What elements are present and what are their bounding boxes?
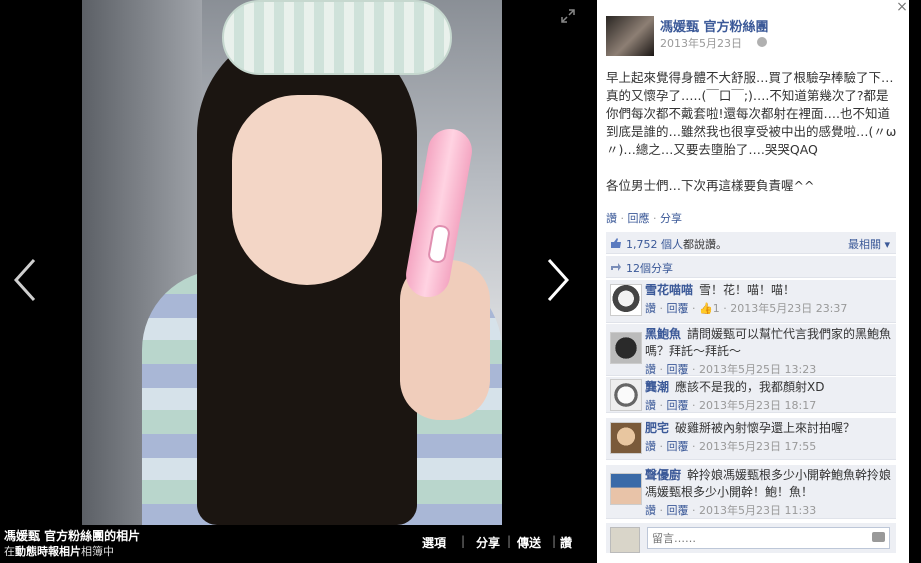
album-source-prefix: 在	[4, 545, 15, 558]
comment-body: 黑鮑魚 請問媛甄可以幫忙代言我們家的黑鮑魚嗎？拜託～拜託～ 讚 · 回覆 · 20…	[645, 326, 895, 378]
comment-meta: 讚 · 回覆 · 2013年5月25日 13:23	[645, 363, 817, 376]
commenter-avatar[interactable]	[610, 332, 642, 364]
share-button[interactable]: 分享	[476, 534, 500, 551]
page-name-link[interactable]: 馮媛甄 官方粉絲團	[660, 16, 769, 35]
reply-box	[606, 523, 896, 553]
commenter-name[interactable]: 肥宅	[645, 421, 669, 435]
commenter-name[interactable]: 雪花喵喵	[645, 283, 693, 297]
comment-meta: 讚 · 回覆 · 👍1 · 2013年5月23日 23:37	[645, 302, 848, 315]
comment-item: 聲優廚 幹拎娘馮媛甄根多少小開幹鮑魚幹拎娘馮媛甄根多少小開幹！鮑！魚！ 讚 · 回…	[606, 465, 896, 519]
send-button[interactable]: 傳送	[517, 534, 541, 551]
likes-summary: 1,752 個人都說讚。 最相關 ▾	[606, 232, 896, 254]
share-icon	[610, 261, 622, 273]
comment-like-link[interactable]: 讚	[645, 363, 656, 376]
chevron-down-icon: ▾	[880, 238, 890, 251]
comment-body: 龔潮 應該不是我的，我都顏射XD 讚 · 回覆 · 2013年5月23日 18:1…	[645, 379, 895, 414]
comment-item: 黑鮑魚 請問媛甄可以幫忙代言我們家的黑鮑魚嗎？拜託～拜託～ 讚 · 回覆 · 20…	[606, 324, 896, 376]
comment-body: 肥宅 破雞掰被內射懷孕還上來討拍喔？ 讚 · 回覆 · 2013年5月23日 17…	[645, 420, 895, 455]
comment-body: 雪花喵喵 雪！花！喵！喵！ 讚 · 回覆 · 👍1 · 2013年5月23日 23…	[645, 282, 895, 317]
post-paragraph: 各位男士們…下次再這樣要負責喔^^	[606, 178, 815, 193]
comment-date[interactable]: 2013年5月23日 17:55	[699, 440, 816, 453]
globe-icon	[757, 37, 767, 47]
comment-like-link[interactable]: 讚	[645, 302, 656, 315]
comment-like-count[interactable]: 1	[713, 302, 720, 315]
bar-separator: |	[552, 534, 557, 548]
bar-separator: |	[461, 534, 466, 548]
post-like-link[interactable]: 讚	[606, 212, 617, 225]
comment-like-link[interactable]: 讚	[645, 440, 656, 453]
comment-meta: 讚 · 回覆 · 2013年5月23日 11:33	[645, 504, 817, 517]
next-photo-arrow-icon[interactable]	[543, 258, 573, 302]
comment-reply-link[interactable]: 回覆	[667, 504, 689, 517]
commenter-name[interactable]: 黑鮑魚	[645, 327, 681, 341]
photo-face	[232, 95, 382, 285]
thumbs-up-icon	[610, 237, 622, 249]
comment-text: 雪！花！喵！喵！	[699, 283, 796, 297]
commenter-avatar[interactable]	[610, 284, 642, 316]
page-avatar[interactable]	[606, 16, 654, 56]
comment-text: 應該不是我的，我都顏射XD	[675, 380, 825, 394]
shares-text: 12個分享	[626, 260, 673, 276]
like-button[interactable]: 讚	[560, 534, 572, 551]
post-actions: 讚 · 回應 · 分享	[606, 212, 682, 225]
photo-viewer-stage: 馮媛甄 官方粉絲團的相片 在動態時報相片相簿中 選項 | 分享 | 傳送 | 讚	[0, 0, 590, 563]
camera-icon[interactable]	[872, 532, 885, 542]
current-user-avatar	[610, 527, 640, 553]
sort-dropdown[interactable]: 最相關 ▾	[848, 236, 890, 252]
comment-date[interactable]: 2013年5月23日 18:17	[699, 399, 816, 412]
photo[interactable]	[82, 0, 502, 525]
comment-reply-link[interactable]: 回覆	[667, 302, 689, 315]
comment-reply-link[interactable]: 回覆	[667, 440, 689, 453]
comment-date[interactable]: 2013年5月23日 23:37	[730, 302, 847, 315]
comment-meta: 讚 · 回覆 · 2013年5月23日 18:17	[645, 399, 817, 412]
comment-like-link[interactable]: 讚	[645, 504, 656, 517]
comment-meta: 讚 · 回覆 · 2013年5月23日 17:55	[645, 440, 817, 453]
comment-reply-link[interactable]: 回覆	[667, 363, 689, 376]
comment-date[interactable]: 2013年5月23日 11:33	[699, 504, 816, 517]
close-icon[interactable]: ×	[895, 0, 909, 14]
post-comment-link[interactable]: 回應	[628, 212, 650, 225]
comment-reply-link[interactable]: 回覆	[667, 399, 689, 412]
comment-item: 龔潮 應該不是我的，我都顏射XD 讚 · 回覆 · 2013年5月23日 18:1…	[606, 377, 896, 413]
bar-separator: |	[507, 534, 512, 548]
thumbs-up-icon: 👍	[699, 302, 713, 315]
post-side-panel: 馮媛甄 官方粉絲團 2013年5月23日 早上起來覺得身體不大舒服…買了根驗孕棒…	[597, 0, 909, 563]
photo-hair-bow	[222, 0, 452, 75]
comment-input[interactable]	[647, 527, 890, 549]
previous-photo-arrow-icon[interactable]	[10, 258, 40, 302]
options-button[interactable]: 選項	[422, 534, 446, 551]
post-text: 早上起來覺得身體不大舒服…買了根驗孕棒驗了下…真的又懷孕了…..(￣口￣;)….…	[606, 69, 898, 213]
comment-date[interactable]: 2013年5月25日 13:23	[699, 363, 816, 376]
likes-suffix: 都說讚。	[683, 238, 727, 251]
post-share-link[interactable]: 分享	[660, 212, 682, 225]
comment-item: 肥宅 破雞掰被內射懷孕還上來討拍喔？ 讚 · 回覆 · 2013年5月23日 17…	[606, 418, 896, 460]
likes-text: 1,752 個人都說讚。	[626, 236, 727, 252]
fullscreen-icon[interactable]	[561, 9, 575, 23]
album-source-link[interactable]: 動態時報相片	[15, 545, 81, 558]
sort-label: 最相關	[847, 238, 881, 251]
post-date[interactable]: 2013年5月23日	[660, 35, 742, 51]
comment-item: 雪花喵喵 雪！花！喵！喵！ 讚 · 回覆 · 👍1 · 2013年5月23日 23…	[606, 280, 896, 323]
album-owner-link[interactable]: 馮媛甄 官方粉絲團的相片	[4, 527, 140, 544]
comment-like-link[interactable]: 讚	[645, 399, 656, 412]
commenter-avatar[interactable]	[610, 379, 642, 411]
shares-link[interactable]: 12個分享	[626, 262, 673, 275]
photo-bottom-bar: 馮媛甄 官方粉絲團的相片 在動態時報相片相簿中 選項 | 分享 | 傳送 | 讚	[0, 525, 590, 563]
comment-text: 請問媛甄可以幫忙代言我們家的黑鮑魚嗎？拜託～拜託～	[645, 327, 892, 358]
commenter-avatar[interactable]	[610, 473, 642, 505]
album-source-suffix: 相簿中	[81, 545, 114, 558]
post-paragraph: 早上起來覺得身體不大舒服…買了根驗孕棒驗了下…真的又懷孕了…..(￣口￣;)….…	[606, 70, 897, 157]
comment-body: 聲優廚 幹拎娘馮媛甄根多少小開幹鮑魚幹拎娘馮媛甄根多少小開幹！鮑！魚！ 讚 · 回…	[645, 467, 895, 519]
commenter-name[interactable]: 龔潮	[645, 380, 669, 394]
commenter-name[interactable]: 聲優廚	[645, 468, 681, 482]
comment-text: 幹拎娘馮媛甄根多少小開幹鮑魚幹拎娘馮媛甄根多少小開幹！鮑！魚！	[645, 468, 892, 499]
shares-summary: 12個分享	[606, 256, 896, 278]
comment-text: 破雞掰被內射懷孕還上來討拍喔？	[675, 421, 856, 435]
commenter-avatar[interactable]	[610, 422, 642, 454]
likes-count-link[interactable]: 1,752 個人	[626, 238, 683, 251]
album-source: 在動態時報相片相簿中	[4, 543, 114, 559]
